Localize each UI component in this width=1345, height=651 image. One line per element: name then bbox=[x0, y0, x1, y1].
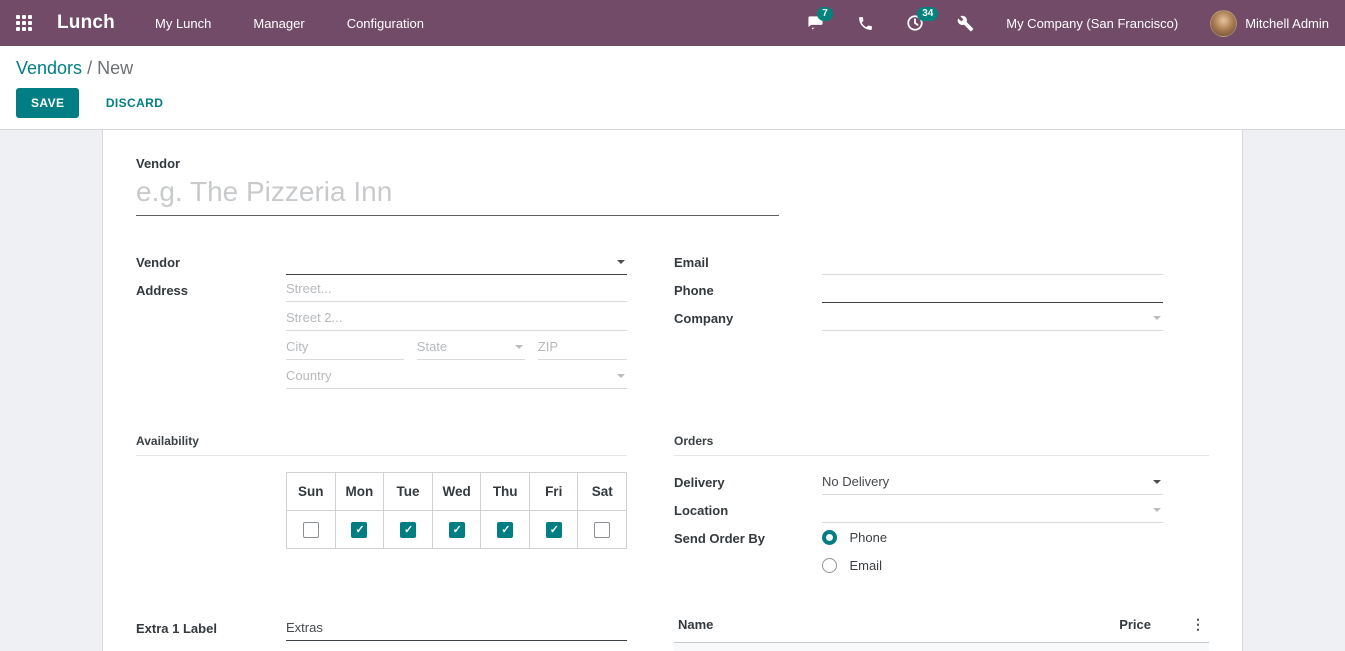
availability-section-title: Availability bbox=[136, 434, 627, 456]
state-input[interactable] bbox=[416, 339, 511, 354]
user-menu[interactable]: Mitchell Admin bbox=[1210, 9, 1329, 37]
company-input[interactable] bbox=[822, 310, 1149, 325]
extra1-input[interactable] bbox=[286, 620, 613, 635]
street2-input[interactable] bbox=[286, 310, 613, 325]
phone-input[interactable] bbox=[822, 282, 1149, 297]
street-field[interactable] bbox=[286, 276, 627, 302]
list-header-price: Price bbox=[1119, 617, 1151, 632]
delivery-label: Delivery bbox=[674, 474, 725, 490]
form-sheet: Vendor Vendor Address bbox=[102, 130, 1243, 651]
company-select[interactable] bbox=[822, 305, 1163, 331]
street2-field[interactable] bbox=[286, 305, 627, 331]
activities-count-badge: 34 bbox=[917, 7, 939, 21]
day-header: Sun bbox=[286, 472, 336, 511]
day-checkbox-wed[interactable] bbox=[448, 521, 465, 538]
phone-field[interactable] bbox=[822, 277, 1163, 303]
menu-my-lunch[interactable]: My Lunch bbox=[149, 2, 217, 45]
city-input[interactable] bbox=[286, 339, 390, 354]
extra1-field[interactable] bbox=[286, 615, 627, 641]
top-navbar: Lunch My Lunch Manager Configuration 7 3… bbox=[0, 0, 1345, 46]
activities-icon[interactable]: 34 bbox=[904, 7, 939, 33]
email-field[interactable] bbox=[822, 249, 1163, 275]
send-order-by-label: Send Order By bbox=[674, 530, 766, 546]
day-checkbox-sat[interactable] bbox=[594, 521, 611, 538]
day-header: Sat bbox=[577, 472, 627, 511]
day-header: Tue bbox=[383, 472, 433, 511]
zip-input[interactable] bbox=[537, 339, 613, 354]
day-checkbox-sun[interactable] bbox=[302, 521, 319, 538]
location-label: Location bbox=[674, 502, 729, 518]
breadcrumb-separator: / bbox=[82, 58, 98, 78]
country-input[interactable] bbox=[286, 368, 613, 383]
day-checkbox-fri[interactable] bbox=[545, 521, 562, 538]
delivery-input[interactable] bbox=[822, 474, 1149, 489]
phone-label: Phone bbox=[674, 282, 714, 298]
form-background: Vendor Vendor Address bbox=[0, 130, 1345, 651]
orders-section-title: Orders bbox=[674, 434, 1209, 456]
user-avatar bbox=[1210, 9, 1238, 37]
list-header-name: Name bbox=[678, 617, 714, 632]
phone-icon[interactable] bbox=[854, 13, 876, 33]
email-input[interactable] bbox=[822, 254, 1149, 269]
day-header: Fri bbox=[528, 472, 579, 511]
extra1-quantity-select[interactable] bbox=[286, 644, 627, 651]
day-header: Wed bbox=[431, 472, 482, 511]
extras-list: Name Price ⋮ Add a line bbox=[674, 614, 1209, 651]
day-checkbox-thu[interactable] bbox=[497, 521, 514, 538]
breadcrumb-current: New bbox=[97, 58, 134, 78]
extra1-label: Extra 1 Label bbox=[136, 620, 217, 636]
country-select[interactable] bbox=[286, 363, 627, 389]
add-a-line-link[interactable]: Add a line bbox=[674, 643, 1209, 651]
send-by-phone-label: Phone bbox=[849, 530, 888, 545]
breadcrumb-vendors[interactable]: Vendors bbox=[16, 58, 82, 78]
menu-configuration[interactable]: Configuration bbox=[341, 2, 430, 45]
user-name: Mitchell Admin bbox=[1245, 15, 1329, 31]
company-label: Company bbox=[674, 310, 734, 326]
send-by-email-radio[interactable] bbox=[822, 558, 837, 573]
vendor-select[interactable] bbox=[286, 249, 627, 275]
control-panel: Vendors / New SAVE DISCARD bbox=[0, 46, 1345, 130]
discard-button[interactable]: DISCARD bbox=[98, 89, 171, 117]
city-field[interactable] bbox=[286, 334, 404, 360]
day-checkbox-tue[interactable] bbox=[399, 521, 416, 538]
company-switcher[interactable]: My Company (San Francisco) bbox=[1006, 16, 1178, 31]
vendor-field-label: Vendor bbox=[136, 254, 181, 270]
save-button[interactable]: SAVE bbox=[16, 88, 80, 118]
address-label: Address bbox=[136, 283, 189, 298]
email-label: Email bbox=[674, 254, 709, 270]
menu-manager[interactable]: Manager bbox=[247, 2, 310, 45]
delivery-select[interactable] bbox=[822, 469, 1163, 495]
optional-columns-icon[interactable]: ⋮ bbox=[1177, 616, 1205, 633]
vendor-name-input[interactable] bbox=[136, 171, 779, 216]
location-input[interactable] bbox=[822, 502, 1149, 517]
zip-field[interactable] bbox=[537, 334, 627, 360]
send-by-phone-radio[interactable] bbox=[822, 530, 837, 545]
vendor-title-label: Vendor bbox=[136, 156, 181, 171]
availability-days-table: Sun Mon Tue Wed Thu Fri Sat bbox=[286, 472, 627, 549]
tools-icon[interactable] bbox=[954, 13, 976, 33]
breadcrumb: Vendors / New bbox=[16, 58, 1329, 79]
send-by-email-label: Email bbox=[849, 558, 882, 573]
messages-icon[interactable]: 7 bbox=[804, 7, 833, 33]
day-header: Mon bbox=[334, 472, 385, 511]
apps-menu-icon[interactable] bbox=[16, 14, 33, 32]
app-name: Lunch bbox=[57, 12, 115, 33]
day-checkbox-mon[interactable] bbox=[351, 521, 368, 538]
day-header: Thu bbox=[480, 472, 530, 511]
messages-count-badge: 7 bbox=[817, 7, 833, 21]
location-select[interactable] bbox=[822, 497, 1163, 523]
street-input[interactable] bbox=[286, 281, 613, 296]
state-select[interactable] bbox=[416, 334, 525, 360]
